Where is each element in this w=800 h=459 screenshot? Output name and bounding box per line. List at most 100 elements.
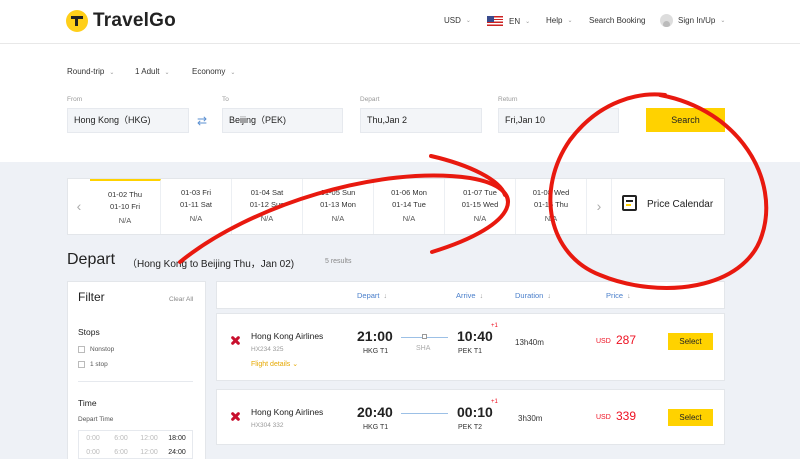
results-route: （Hong Kong to Beijing Thu，Jan 02)	[127, 259, 295, 270]
search-button[interactable]: Search	[646, 108, 725, 132]
nonstop-checkbox[interactable]	[78, 346, 85, 353]
sort-duration-label: Duration	[515, 291, 544, 300]
date-cell[interactable]: 01-03 Fri 01-11 Sat N/A	[161, 179, 232, 234]
time-tick[interactable]: 24:00	[163, 446, 191, 459]
sort-arrow-icon: ↓	[479, 293, 484, 300]
date-cell[interactable]: 01-08 Wed 01-16 Thu N/A	[516, 179, 587, 234]
time-tick[interactable]: 0:00	[79, 432, 107, 445]
flight-number: HX304 332	[251, 422, 284, 429]
sort-depart-label: Depart	[357, 291, 380, 300]
date-cell-depart: 01-04 Sat	[250, 188, 284, 197]
time-tick[interactable]: 6:00	[107, 446, 135, 459]
arrive-airport: PEK T2	[458, 424, 482, 431]
time-tick[interactable]: 18:00	[163, 432, 191, 445]
date-cell[interactable]: 01-07 Tue 01-15 Wed N/A	[445, 179, 516, 234]
depart-time: 21:00	[357, 328, 393, 344]
chevron-left-icon[interactable]: ‹	[68, 179, 90, 234]
time-tick[interactable]: 6:00	[107, 432, 135, 445]
trip-type-select[interactable]: Round-trip ⌄	[67, 67, 114, 76]
currency: USD	[596, 414, 611, 421]
select-button[interactable]: Select	[668, 333, 713, 350]
from-label: From	[67, 96, 83, 103]
depart-airport: HKG T1	[363, 348, 389, 355]
chevron-down-icon: ⌄	[292, 361, 299, 368]
stop-marker	[422, 334, 427, 339]
stops-title: Stops	[78, 327, 100, 337]
date-cell-return: 01-10 Fri	[109, 202, 140, 211]
duration: 3h30m	[518, 414, 543, 423]
filter-title: Filter	[78, 290, 105, 304]
calendar-icon[interactable]	[622, 195, 637, 211]
sort-arrive[interactable]: Arrive ↓	[456, 291, 483, 300]
sort-arrow-icon: ↓	[383, 293, 388, 300]
help-label: Help	[546, 16, 563, 25]
date-cell-price: N/A	[118, 216, 132, 225]
time-title: Time	[78, 398, 97, 408]
cabin-value: Economy	[192, 67, 226, 76]
date-cell-price: N/A	[260, 214, 274, 223]
stop-city: SHA	[416, 345, 431, 352]
sort-depart[interactable]: Depart ↓	[357, 291, 387, 300]
currency-selector[interactable]: USD ⌄	[444, 16, 471, 25]
clear-all-link[interactable]: Clear All	[169, 296, 193, 303]
results-count: 5 results	[325, 258, 352, 265]
trip-type-value: Round-trip	[67, 67, 105, 76]
flight-details-link[interactable]: Flight details ⌄	[251, 360, 298, 368]
search-booking-link[interactable]: Search Booking	[589, 16, 645, 25]
date-cell-price: N/A	[331, 214, 345, 223]
language-selector[interactable]: EN ⌄	[487, 16, 530, 26]
user-avatar-icon	[660, 14, 673, 27]
swap-icon[interactable]: ⇄	[197, 114, 207, 128]
language-label: EN	[509, 16, 521, 26]
depart-time-range[interactable]: 0:00 6:00 12:00 18:00 0:00 6:00 12:00 24…	[78, 430, 193, 459]
date-cell-return: 01-15 Wed	[461, 200, 499, 209]
time-tick[interactable]: 0:00	[79, 446, 107, 459]
caret-down-icon: ⌄	[164, 70, 170, 76]
sign-in-label: Sign In/Up	[678, 16, 716, 25]
chevron-right-icon[interactable]: ›	[588, 179, 610, 234]
date-cell-return: 01-11 Sat	[180, 200, 212, 209]
return-date-input[interactable]: Fri,Jan 10	[498, 108, 619, 133]
caret-down-icon: ⌄	[109, 70, 115, 76]
from-input[interactable]: Hong Kong（HKG)	[67, 108, 189, 133]
date-cell-price: N/A	[189, 214, 203, 223]
airline-name: Hong Kong Airlines	[251, 407, 324, 417]
arrive-time: 00:10	[457, 404, 493, 420]
caret-down-icon: ⌄	[230, 70, 236, 76]
sign-in-menu[interactable]: Sign In/Up ⌄	[660, 14, 725, 27]
to-label: To	[222, 96, 229, 103]
price-calendar-link[interactable]: Price Calendar	[647, 199, 713, 210]
top-header: TravelGo USD ⌄ EN ⌄ Help ⌄ Search Booking S…	[0, 0, 800, 44]
date-cell[interactable]: 01-02 Thu 01-10 Fri N/A	[90, 179, 161, 234]
date-cell-depart: 01-07 Tue	[463, 188, 497, 197]
help-menu[interactable]: Help ⌄	[546, 16, 572, 25]
date-cell-price: N/A	[544, 214, 558, 223]
time-tick[interactable]: 12:00	[135, 446, 163, 459]
cabin-select[interactable]: Economy ⌄	[192, 67, 235, 76]
depart-date-input[interactable]: Thu,Jan 2	[360, 108, 482, 133]
search-panel	[0, 44, 800, 162]
select-button[interactable]: Select	[668, 409, 713, 426]
date-cell[interactable]: 01-05 Sun 01-13 Mon N/A	[303, 179, 374, 234]
date-cell-depart: 01-02 Thu	[107, 190, 143, 199]
sort-price-label: Price	[606, 291, 624, 300]
brand-logo[interactable]: TravelGo	[66, 10, 176, 32]
flight-details-label: Flight details	[251, 361, 291, 368]
time-tick[interactable]: 12:00	[135, 432, 163, 445]
one-stop-checkbox[interactable]	[78, 361, 85, 368]
date-cell-depart: 01-05 Sun	[320, 188, 356, 197]
sort-duration[interactable]: Duration ↓	[515, 291, 551, 300]
divider	[611, 179, 612, 234]
date-cell[interactable]: 01-04 Sat 01-12 Sun N/A	[232, 179, 303, 234]
currency-label: USD	[444, 16, 461, 25]
to-input[interactable]: Beijing（PEK)	[222, 108, 343, 133]
date-cell-return: 01-13 Mon	[320, 200, 356, 209]
passenger-select[interactable]: 1 Adult ⌄	[135, 67, 170, 76]
date-cell-return: 01-14 Tue	[392, 200, 426, 209]
airline-name: Hong Kong Airlines	[251, 331, 324, 341]
sort-price[interactable]: Price ↓	[606, 291, 631, 300]
date-cell[interactable]: 01-06 Mon 01-14 Tue N/A	[374, 179, 445, 234]
one-stop-label: 1 stop	[90, 361, 108, 368]
day-offset: +1	[491, 323, 498, 329]
price: 287	[616, 333, 637, 347]
